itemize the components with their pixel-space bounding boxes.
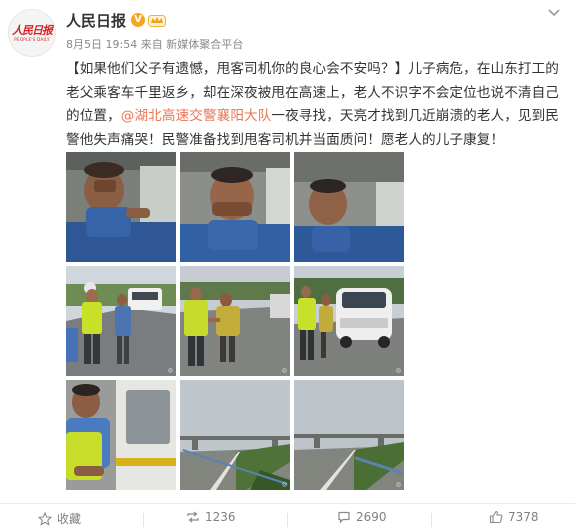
photo-6[interactable]: ◎ xyxy=(294,266,404,376)
photo-4[interactable]: ◎ xyxy=(66,266,176,376)
author-header: 人民日报 V xyxy=(66,9,167,31)
photo-watermark: ◎ xyxy=(281,481,287,488)
avatar-logo-text: 人民日报 xyxy=(12,23,53,37)
photo-watermark: ◎ xyxy=(167,367,173,374)
photo-7[interactable] xyxy=(66,380,176,490)
photo-3[interactable] xyxy=(294,152,404,262)
photo-grid: ◎ ◎ ◎ ◎ ◎ xyxy=(66,152,406,492)
action-separator xyxy=(143,513,144,527)
chevron-down-icon[interactable] xyxy=(547,8,561,18)
action-bar: 收藏 1236 2690 7378 xyxy=(0,510,575,530)
like-count: 7378 xyxy=(508,510,539,524)
comment-button[interactable]: 2690 xyxy=(337,510,387,524)
star-icon xyxy=(38,511,52,526)
author-name[interactable]: 人民日报 xyxy=(66,10,126,31)
thumbs-up-icon xyxy=(489,510,503,524)
action-separator xyxy=(431,513,432,527)
photo-watermark: ◎ xyxy=(395,367,401,374)
favorite-button[interactable]: 收藏 xyxy=(38,510,81,527)
verified-badge-icon: V xyxy=(131,13,146,27)
comment-icon xyxy=(338,511,350,524)
repost-button[interactable]: 1236 xyxy=(186,510,236,524)
mention-link[interactable]: @湖北高速交警襄阳大队 xyxy=(121,108,272,124)
like-button[interactable]: 7378 xyxy=(489,510,539,524)
repost-count: 1236 xyxy=(205,510,236,524)
post-text: 【如果他们父子有遗憾，甩客司机你的良心会不安吗？】儿子病危，在山东打工的老父乘客… xyxy=(66,58,566,152)
favorite-label: 收藏 xyxy=(57,512,82,526)
comment-count: 2690 xyxy=(356,510,387,524)
photo-watermark: ◎ xyxy=(281,367,287,374)
photo-1[interactable] xyxy=(66,152,176,262)
post-date[interactable]: 8月5日 19:54 xyxy=(66,38,137,51)
photo-2[interactable] xyxy=(180,152,290,262)
repost-icon xyxy=(187,511,199,523)
author-avatar[interactable]: 人民日报 PEOPLE'S DAILY xyxy=(8,9,56,57)
photo-watermark: ◎ xyxy=(395,481,401,488)
weibo-post: 人民日报 PEOPLE'S DAILY 人民日报 V 8月5日 19:54 来自… xyxy=(0,0,575,531)
action-separator xyxy=(287,513,288,527)
photo-5[interactable]: ◎ xyxy=(180,266,290,376)
vip-crown-icon xyxy=(148,15,167,27)
post-source: 来自 新媒体聚合平台 xyxy=(140,38,244,51)
photo-9[interactable]: ◎ xyxy=(294,380,404,490)
footer-divider xyxy=(0,503,575,504)
post-meta: 8月5日 19:54 来自 新媒体聚合平台 xyxy=(66,36,243,52)
photo-8[interactable]: ◎ xyxy=(180,380,290,490)
avatar-logo-subtext: PEOPLE'S DAILY xyxy=(14,36,50,42)
